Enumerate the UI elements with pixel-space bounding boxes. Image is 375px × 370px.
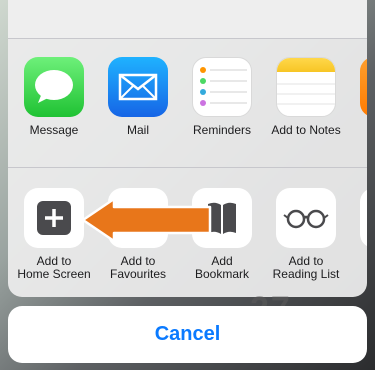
action-icon bbox=[360, 188, 367, 248]
mail-icon bbox=[108, 57, 168, 117]
action-add-to-reading-list[interactable]: Add to Reading List bbox=[264, 188, 348, 281]
share-item-mail[interactable]: Mail bbox=[96, 57, 180, 137]
action-label: Add to Favourites bbox=[109, 254, 167, 281]
share-item-partial[interactable]: Sa bbox=[348, 57, 367, 137]
add-square-icon bbox=[24, 188, 84, 248]
pointer-arrow-icon bbox=[81, 197, 212, 243]
share-item-reminders[interactable]: Reminders bbox=[180, 57, 264, 137]
share-item-label: Message bbox=[29, 123, 79, 137]
action-partial[interactable] bbox=[348, 188, 367, 248]
cancel-button[interactable]: Cancel bbox=[8, 306, 367, 363]
divider bbox=[8, 167, 367, 168]
share-item-notes[interactable]: Add to Notes bbox=[264, 57, 348, 137]
share-sheet-top-strip bbox=[8, 0, 367, 38]
reminders-icon bbox=[192, 57, 252, 117]
glasses-icon bbox=[276, 188, 336, 248]
action-label: Add Bookmark bbox=[194, 254, 250, 281]
notes-icon bbox=[276, 57, 336, 117]
share-item-message[interactable]: Message bbox=[12, 57, 96, 137]
share-sheet: Message Mail Reminders Add to Notes Add … bbox=[8, 0, 367, 297]
app-icon bbox=[360, 57, 367, 117]
share-item-label: Add to Notes bbox=[271, 123, 341, 137]
action-label: Add to Home Screen bbox=[17, 254, 91, 281]
share-item-label: Sa bbox=[348, 124, 367, 137]
messages-icon bbox=[24, 57, 84, 117]
divider bbox=[8, 38, 367, 39]
share-item-label: Reminders bbox=[192, 123, 252, 137]
share-item-label: Mail bbox=[126, 123, 149, 137]
action-label: Add to Reading List bbox=[272, 254, 340, 281]
